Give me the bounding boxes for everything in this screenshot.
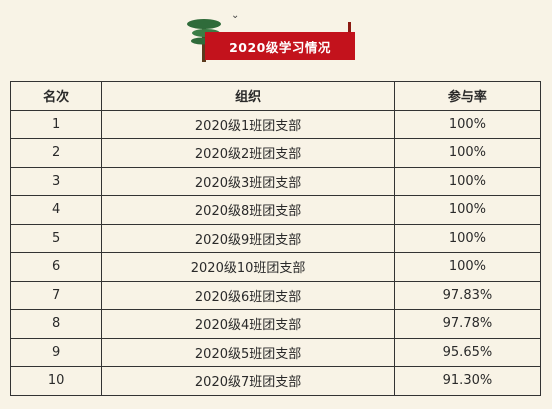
column-header-participation-rate: 参与率 [393, 81, 542, 111]
participation-rate-cell: 100% [393, 195, 542, 225]
organization-cell: 2020级5班团支部 [101, 337, 395, 367]
participation-rate-cell: 100% [393, 166, 542, 196]
organization-cell: 2020级6班团支部 [101, 280, 395, 310]
rank-cell: 10 [9, 366, 103, 396]
table-row: 8 2020级4班团支部 97.78% [9, 309, 542, 339]
table-row: 3 2020级3班团支部 100% [9, 166, 542, 196]
participation-rate-cell: 100% [393, 223, 542, 253]
rank-cell: 9 [9, 337, 103, 367]
bird-icon: ⌄ [231, 10, 240, 21]
participation-rate-cell: 91.30% [393, 366, 542, 396]
column-header-organization: 组织 [101, 81, 395, 111]
participation-rate-cell: 100% [393, 138, 542, 168]
table-row: 9 2020级5班团支部 95.65% [9, 337, 542, 367]
organization-cell: 2020级4班团支部 [101, 309, 395, 339]
section-title: 2020级学习情况 [205, 32, 355, 60]
table-row: 5 2020级9班团支部 100% [9, 223, 542, 253]
participation-rate-cell: 100% [393, 109, 542, 139]
column-header-rank: 名次 [9, 81, 103, 111]
rank-cell: 7 [9, 280, 103, 310]
section-header: ⌄ 2020级学习情况 [185, 10, 365, 64]
table-row: 6 2020级10班团支部 100% [9, 252, 542, 282]
table-row: 2 2020级2班团支部 100% [9, 138, 542, 168]
table-row: 10 2020级7班团支部 91.30% [9, 366, 542, 396]
organization-cell: 2020级7班团支部 [101, 366, 395, 396]
participation-rate-cell: 97.83% [393, 280, 542, 310]
table-row: 7 2020级6班团支部 97.83% [9, 280, 542, 310]
rank-cell: 3 [9, 166, 103, 196]
ranking-table: 名次 组织 参与率 1 2020级1班团支部 100% 2 2020级2班团支部 100%… [9, 81, 542, 396]
rank-cell: 1 [9, 109, 103, 139]
rank-cell: 6 [9, 252, 103, 282]
organization-cell: 2020级2班团支部 [101, 138, 395, 168]
organization-cell: 2020级8班团支部 [101, 195, 395, 225]
participation-rate-cell: 100% [393, 252, 542, 282]
organization-cell: 2020级3班团支部 [101, 166, 395, 196]
organization-cell: 2020级9班团支部 [101, 223, 395, 253]
table-header-row: 名次 组织 参与率 [9, 81, 542, 111]
table-row: 4 2020级8班团支部 100% [9, 195, 542, 225]
rank-cell: 4 [9, 195, 103, 225]
table-row: 1 2020级1班团支部 100% [9, 109, 542, 139]
participation-rate-cell: 95.65% [393, 337, 542, 367]
organization-cell: 2020级1班团支部 [101, 109, 395, 139]
organization-cell: 2020级10班团支部 [101, 252, 395, 282]
rank-cell: 8 [9, 309, 103, 339]
participation-rate-cell: 97.78% [393, 309, 542, 339]
rank-cell: 5 [9, 223, 103, 253]
rank-cell: 2 [9, 138, 103, 168]
